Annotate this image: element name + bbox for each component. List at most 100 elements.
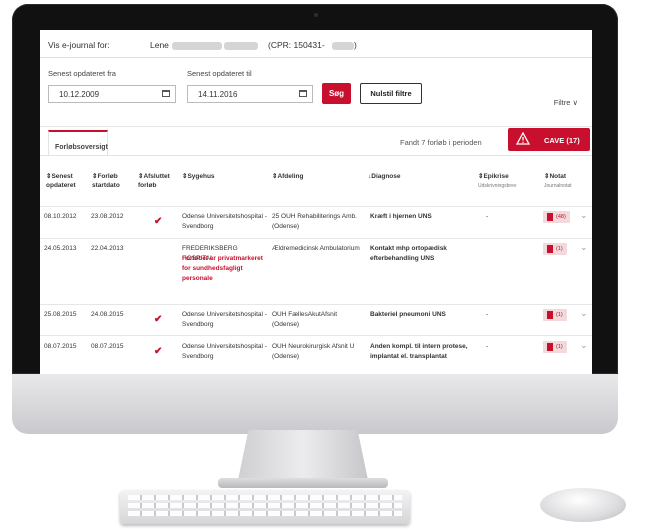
chevron-down-icon[interactable]: ⌄ <box>580 242 588 253</box>
key-row <box>128 503 402 508</box>
cell-epikrise: - <box>486 311 489 318</box>
cell-department: 25 OUH Rehabiliterings Amb. (Odense) <box>272 213 357 230</box>
key-row <box>128 495 402 500</box>
notes-count: (1) <box>556 344 563 350</box>
cpr-redacted: ) <box>332 40 357 50</box>
search-button[interactable]: Søg <box>322 83 351 104</box>
col-label: ⇕Sygehus <box>182 173 215 180</box>
found-count-text: Fandt 7 forløb i perioden <box>400 138 482 147</box>
monitor-stand-base <box>218 478 388 488</box>
cell-hospital: Odense Universitetshospital - Svendborg <box>182 213 267 230</box>
cell-updated: 25.08.2015 <box>44 311 77 318</box>
date-to-value: 14.11.2016 <box>198 90 238 99</box>
col-label: ⇕Epikrise <box>478 173 509 180</box>
col-label: ⇕Senest opdateret <box>46 173 76 189</box>
cell-department: OUH FællesAkutAfsnit (Odense) <box>272 311 338 328</box>
col-epikrise-header[interactable]: ⇕Epikrise Udskrivningsbrev <box>478 173 540 190</box>
notes-count: (1) <box>556 312 563 318</box>
col-diagnosis-header[interactable]: ↓Diagnose <box>368 173 401 182</box>
notes-count: (1) <box>556 246 563 252</box>
monitor-stand <box>238 430 368 480</box>
cell-start: 22.04.2013 <box>91 245 124 252</box>
reset-filters-button[interactable]: Nulstil filtre <box>360 83 422 104</box>
notes-count: (48) <box>556 214 566 220</box>
cell-start: 08.07.2015 <box>91 343 124 350</box>
screen: Vis e-journal for: Lene (CPR: 150431- ) … <box>40 30 592 374</box>
cell-department: Ældremedicinsk Ambulatorium <box>272 245 360 252</box>
chevron-down-icon[interactable]: ⌄ <box>580 340 588 351</box>
cpr-label: (CPR: 150431- <box>268 40 325 50</box>
chevron-down-icon[interactable]: ⌄ <box>580 210 588 221</box>
col-notes-header[interactable]: ⇕Notat Journalnotat <box>544 173 588 190</box>
cell-diagnosis: Kræft i hjernen UNS <box>370 213 432 220</box>
cell-hospital: Odense Universitetshospital - Svendborg <box>182 311 267 328</box>
monitor: Vis e-journal for: Lene (CPR: 150431- ) … <box>12 4 618 434</box>
col-label: ⇕Afsluttet forløb <box>138 173 170 189</box>
cell-updated: 24.05.2013 <box>44 245 77 252</box>
col-updated-header[interactable]: ⇕Senest opdateret <box>46 173 84 190</box>
cell-epikrise: - <box>486 213 489 220</box>
col-start-header[interactable]: ⇕Forløb startdato <box>92 173 126 190</box>
col-hospital-header[interactable]: ⇕Sygehus <box>182 173 215 182</box>
col-label: ⇕Notat <box>544 173 567 180</box>
document-icon <box>547 244 553 253</box>
filters-toggle[interactable]: Filtre ∨ <box>554 98 578 107</box>
checkmark-icon: ✔ <box>154 346 163 357</box>
col-label: ⇕Forløb startdato <box>92 173 120 189</box>
cell-updated: 08.07.2015 <box>44 343 77 350</box>
cell-updated: 08.10.2012 <box>44 213 77 220</box>
cell-diagnosis: Kontakt mhp ortopædisk efterbehandling U… <box>370 245 447 262</box>
patient-header: Vis e-journal for: Lene (CPR: 150431- ) <box>40 30 592 58</box>
col-department-header[interactable]: ⇕Afdeling <box>272 173 303 182</box>
cave-label: CAVE (17) <box>544 136 580 145</box>
col-sublabel: Journalnotat <box>544 182 572 189</box>
camera <box>314 13 318 17</box>
checkmark-icon: ✔ <box>154 314 163 325</box>
monitor-chin <box>12 374 618 434</box>
tab-overview-label: Forløbsoversigt <box>55 144 108 151</box>
cell-diagnosis: Anden kompl. til intern protese, implant… <box>370 343 468 360</box>
calendar-icon[interactable] <box>299 90 307 97</box>
cave-button[interactable]: CAVE (17) <box>508 128 590 151</box>
patient-first-name: Lene <box>150 40 169 50</box>
patient-name-redacted <box>172 40 259 50</box>
from-label: Senest opdateret fra <box>48 69 116 78</box>
chevron-down-icon[interactable]: ⌄ <box>580 308 588 319</box>
checkmark-icon: ✔ <box>154 216 163 227</box>
col-label: ↓Diagnose <box>368 173 401 180</box>
privacy-note: Forløbet er privatmarkeret for sundhedsf… <box>182 255 263 282</box>
header-divider <box>40 206 592 207</box>
notes-badge[interactable]: (1) <box>543 243 567 255</box>
cell-diagnosis: Bakteriel pneumoni UNS <box>370 311 446 318</box>
tab-overview[interactable]: Forløbsoversigt <box>48 130 108 156</box>
row-divider <box>40 335 592 336</box>
row-divider <box>40 304 592 305</box>
calendar-icon[interactable] <box>162 90 170 97</box>
row-divider <box>40 238 592 239</box>
cell-department: OUH Neurokirurgisk Afsnit U (Odense) <box>272 343 355 360</box>
notes-badge[interactable]: (1) <box>543 341 567 353</box>
divider <box>40 126 592 127</box>
notes-badge[interactable]: (48) <box>543 211 570 223</box>
date-from-field[interactable]: 10.12.2009 <box>48 85 176 103</box>
document-icon <box>547 310 553 319</box>
vis-label: Vis e-journal for: <box>48 40 110 50</box>
to-label: Senest opdateret til <box>187 69 252 78</box>
cell-hospital: Odense Universitetshospital - Svendborg <box>182 343 267 360</box>
document-icon <box>547 212 553 221</box>
date-to-field[interactable]: 14.11.2016 <box>187 85 313 103</box>
cell-start: 24.08.2015 <box>91 311 124 318</box>
document-icon <box>547 342 553 351</box>
warning-triangle-icon <box>516 132 530 145</box>
tab-underline <box>40 155 592 156</box>
col-label: ⇕Afdeling <box>272 173 304 180</box>
cell-start: 23.08.2012 <box>91 213 124 220</box>
mouse <box>540 488 626 522</box>
key-row <box>128 511 402 516</box>
keyboard <box>120 490 410 524</box>
cell-epikrise: - <box>486 343 489 350</box>
notes-badge[interactable]: (1) <box>543 309 567 321</box>
col-closed-header[interactable]: ⇕Afsluttet forløb <box>138 173 178 190</box>
col-sublabel: Udskrivningsbrev <box>478 182 517 189</box>
date-from-value: 10.12.2009 <box>59 90 100 99</box>
